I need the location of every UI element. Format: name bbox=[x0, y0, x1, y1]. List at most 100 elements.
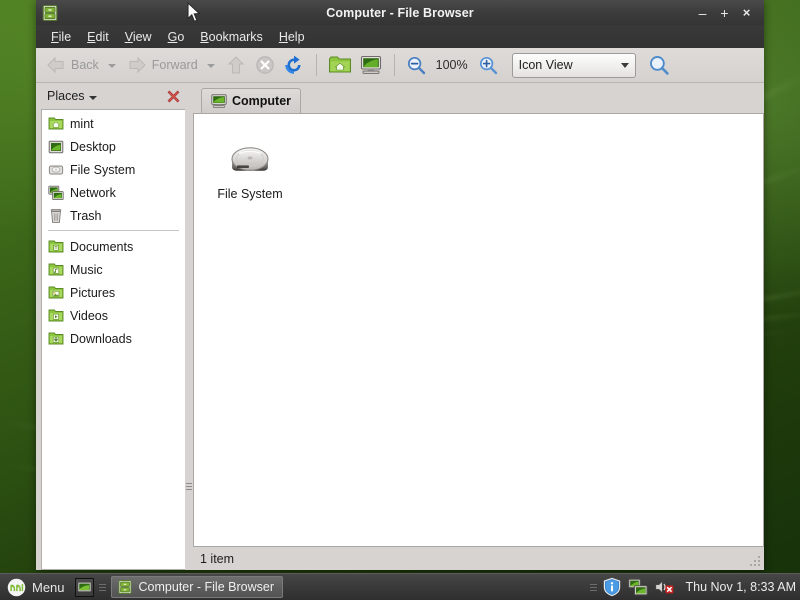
file-item-label: File System bbox=[217, 187, 282, 201]
reload-icon bbox=[283, 54, 305, 76]
sidebar-item-mint[interactable]: mint bbox=[42, 112, 185, 135]
tab-computer[interactable]: Computer bbox=[201, 88, 301, 113]
tray-grip[interactable] bbox=[590, 578, 597, 596]
folder-music-icon bbox=[48, 262, 64, 278]
zoom-level: 100% bbox=[436, 58, 468, 72]
window-controls: – + × bbox=[696, 6, 764, 20]
sidebar-item-label: Downloads bbox=[70, 332, 132, 346]
stop-icon bbox=[254, 54, 276, 76]
sidebar-item-label: Pictures bbox=[70, 286, 115, 300]
zoom-out-button[interactable] bbox=[403, 51, 429, 79]
home-folder-icon bbox=[48, 116, 64, 132]
taskbar-grip[interactable] bbox=[99, 578, 106, 596]
sidebar-item-documents[interactable]: Documents bbox=[42, 235, 185, 258]
content-pane: Computer bbox=[193, 83, 764, 570]
file-browser-window: Computer - File Browser – + × File Edit … bbox=[36, 0, 764, 570]
clock[interactable]: Thu Nov 1, 8:33 AM bbox=[680, 580, 796, 594]
folder-downloads-icon bbox=[48, 331, 64, 347]
sidebar-item-desktop[interactable]: Desktop bbox=[42, 135, 185, 158]
trash-icon bbox=[48, 208, 64, 224]
window-titlebar[interactable]: Computer - File Browser – + × bbox=[36, 0, 764, 25]
places-header[interactable]: Places bbox=[41, 83, 185, 109]
sidebar-item-network[interactable]: Network bbox=[42, 181, 185, 204]
task-button-label: Computer - File Browser bbox=[139, 580, 274, 594]
chevron-down-icon[interactable] bbox=[89, 96, 97, 100]
menu-bookmarks[interactable]: Bookmarks bbox=[192, 28, 271, 46]
window-title: Computer - File Browser bbox=[36, 6, 764, 20]
search-button[interactable] bbox=[645, 51, 673, 79]
folder-pictures-icon bbox=[48, 285, 64, 301]
places-list[interactable]: mint Desktop bbox=[41, 109, 185, 570]
stop-button[interactable] bbox=[251, 51, 279, 79]
network-icon bbox=[48, 185, 64, 201]
reload-button[interactable] bbox=[280, 51, 308, 79]
forward-label: Forward bbox=[152, 58, 198, 72]
menu-view[interactable]: View bbox=[117, 28, 160, 46]
file-cabinet-icon bbox=[117, 579, 133, 595]
resize-grip[interactable] bbox=[748, 554, 762, 568]
computer-toolbar-button[interactable] bbox=[356, 51, 386, 79]
tab-label: Computer bbox=[232, 94, 291, 108]
desktop-icon bbox=[48, 139, 64, 155]
volume-muted-icon[interactable] bbox=[654, 577, 674, 597]
home-button[interactable] bbox=[325, 51, 355, 79]
taskbar: Menu Computer - File Browser bbox=[0, 573, 800, 600]
menu-button[interactable]: Menu bbox=[4, 575, 73, 599]
file-list-area[interactable]: File System bbox=[193, 113, 764, 547]
file-item-file-system[interactable]: File System bbox=[204, 128, 296, 205]
places-sidebar: Places mint bbox=[36, 83, 185, 570]
arrow-up-icon bbox=[225, 54, 247, 76]
mint-logo-icon bbox=[7, 578, 26, 597]
view-mode-select[interactable]: Icon View bbox=[512, 53, 636, 78]
tab-bar: Computer bbox=[193, 83, 764, 113]
sidebar-item-label: Music bbox=[70, 263, 103, 277]
back-history-caret[interactable] bbox=[108, 64, 116, 68]
back-button[interactable]: Back bbox=[42, 51, 102, 79]
up-button[interactable] bbox=[222, 51, 250, 79]
close-places-icon[interactable] bbox=[166, 89, 181, 104]
sidebar-item-label: Network bbox=[70, 186, 116, 200]
icon-grid: File System bbox=[194, 114, 763, 219]
back-label: Back bbox=[71, 58, 99, 72]
sidebar-item-label: Trash bbox=[70, 209, 102, 223]
sidebar-item-videos[interactable]: Videos bbox=[42, 304, 185, 327]
menu-help[interactable]: Help bbox=[271, 28, 313, 46]
harddisk-icon bbox=[226, 134, 274, 182]
chevron-down-icon bbox=[621, 63, 629, 68]
search-icon bbox=[648, 54, 670, 76]
status-text: 1 item bbox=[200, 552, 234, 566]
menu-go[interactable]: Go bbox=[160, 28, 193, 46]
show-desktop-icon bbox=[77, 580, 92, 595]
show-desktop-button[interactable] bbox=[75, 578, 94, 597]
folder-videos-icon bbox=[48, 308, 64, 324]
forward-history-caret[interactable] bbox=[207, 64, 215, 68]
update-shield-icon[interactable] bbox=[602, 577, 622, 597]
zoom-in-icon bbox=[478, 55, 498, 75]
menubar: File Edit View Go Bookmarks Help bbox=[36, 25, 764, 48]
sidebar-item-trash[interactable]: Trash bbox=[42, 204, 185, 227]
pane-splitter[interactable] bbox=[185, 83, 193, 570]
places-label: Places bbox=[47, 89, 85, 103]
toolbar-separator bbox=[394, 54, 395, 76]
menu-label: Menu bbox=[32, 580, 65, 595]
sidebar-item-label: mint bbox=[70, 117, 94, 131]
zoom-in-button[interactable] bbox=[475, 51, 501, 79]
sidebar-item-label: Videos bbox=[70, 309, 108, 323]
menu-edit[interactable]: Edit bbox=[79, 28, 117, 46]
sidebar-item-downloads[interactable]: Downloads bbox=[42, 327, 185, 350]
system-tray bbox=[602, 577, 680, 597]
desktop[interactable]: Computer - File Browser – + × File Edit … bbox=[0, 0, 800, 600]
splitter-grip bbox=[186, 481, 192, 492]
minimize-button[interactable]: – bbox=[696, 6, 709, 20]
home-folder-icon bbox=[328, 54, 352, 76]
network-monitor-icon[interactable] bbox=[628, 577, 648, 597]
task-button-file-browser[interactable]: Computer - File Browser bbox=[111, 576, 283, 598]
close-button[interactable]: × bbox=[740, 6, 753, 20]
sidebar-item-file-system[interactable]: File System bbox=[42, 158, 185, 181]
maximize-button[interactable]: + bbox=[718, 6, 731, 20]
sidebar-item-music[interactable]: Music bbox=[42, 258, 185, 281]
forward-button[interactable]: Forward bbox=[123, 51, 201, 79]
menu-file[interactable]: File bbox=[43, 28, 79, 46]
sidebar-item-pictures[interactable]: Pictures bbox=[42, 281, 185, 304]
arrow-right-icon bbox=[126, 54, 148, 76]
